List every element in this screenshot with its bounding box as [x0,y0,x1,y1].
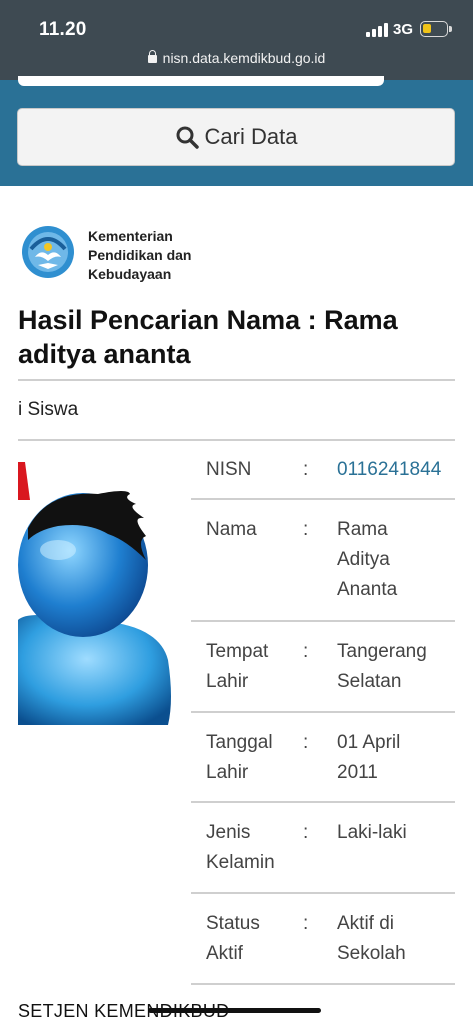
section-tab[interactable]: i Siswa [18,399,78,421]
info-label: Tanggal Lahir [206,728,296,788]
info-row-tempat-lahir: Tempat Lahir : Tangerang Selatan [191,622,455,713]
info-label-text: Kelamin [206,852,275,873]
info-row-nisn: NISN : 0116241844 [191,440,455,500]
info-label-text: Jenis [206,822,251,843]
info-value-text: Laki-laki [337,822,407,843]
info-separator: : [303,641,309,662]
info-label-text: Nama [206,519,257,540]
info-label: Nama [206,515,296,545]
info-label-text: Lahir [206,671,249,692]
info-label-text: Tanggal [206,732,273,753]
ministry-name: Kementerian Pendidikan dan Kebudayaan [88,227,238,284]
search-button-label: Cari Data [204,124,298,149]
info-separator: : [303,822,309,843]
nisn-value-link[interactable]: 0116241844 [337,455,455,485]
info-separator: : [303,732,309,753]
info-separator: : [303,519,309,540]
ministry-name-line3: Kebudayaan [88,266,172,282]
page-title: Hasil Pencarian Nama : Rama aditya anant… [18,303,458,371]
info-value: Aktif di Sekolah [337,909,455,969]
info-separator: : [303,459,309,480]
info-value-text: 0116241844 [337,459,442,480]
info-label: Jenis Kelamin [206,818,296,878]
info-label-text: Aktif [206,943,243,964]
browser-header: 11.20 3G nisn.data.kemdikbud.go.id [0,0,473,80]
ministry-logo [22,226,74,278]
info-label-text: Tempat [206,641,269,662]
url-bar[interactable]: nisn.data.kemdikbud.go.id [0,50,473,66]
info-separator: : [303,913,309,934]
ministry-name-line1: Kementerian [88,228,173,244]
info-value-text: Rama [337,519,388,540]
info-value-text: Aktif di [337,913,395,934]
info-label: NISN [206,455,296,485]
info-label-text: NISN [206,459,252,480]
info-value-text: Selatan [337,671,402,692]
info-row-status-aktif: Status Aktif : Aktif di Sekolah [191,894,455,985]
search-button[interactable]: Cari Data [17,108,455,166]
search-panel: Cari Data [0,76,473,186]
info-value: Laki-laki [337,818,455,848]
battery-icon [420,21,452,37]
search-icon [176,126,199,149]
info-row-nama: Nama : Rama Aditya Ananta [191,500,455,622]
info-label-text: Status [206,913,260,934]
status-time: 11.20 [39,19,87,40]
info-label: Status Aktif [206,909,296,969]
info-label-text: Lahir [206,762,249,783]
info-row-tanggal-lahir: Tanggal Lahir : 01 April 2011 [191,713,455,803]
info-value-text: Tangerang [337,641,427,662]
info-value-text: Ananta [337,579,398,600]
page-title-line1: Hasil Pencarian Nama : Rama [18,305,398,335]
info-value-text: 2011 [337,762,378,783]
divider [18,379,455,381]
info-value-text: 01 April [337,732,401,753]
url-text: nisn.data.kemdikbud.go.id [162,50,326,66]
lock-icon [147,50,157,63]
info-value-text: Aditya [337,549,390,570]
info-row-jenis-kelamin: Jenis Kelamin : Laki-laki [191,803,455,894]
info-value: Tangerang Selatan [337,637,455,697]
home-indicator[interactable] [148,1008,321,1013]
search-input[interactable] [18,76,384,86]
ministry-name-line2: Pendidikan dan [88,247,192,263]
info-value: Rama Aditya Ananta [337,515,455,605]
row-divider [191,983,455,985]
avatar-image [18,462,171,725]
signal-icon [366,23,388,37]
network-type: 3G [393,21,414,38]
info-value-text: Sekolah [337,943,406,964]
page-title-line2: aditya ananta [18,339,191,369]
info-label: Tempat Lahir [206,637,296,697]
info-value: 01 April 2011 [337,728,455,788]
